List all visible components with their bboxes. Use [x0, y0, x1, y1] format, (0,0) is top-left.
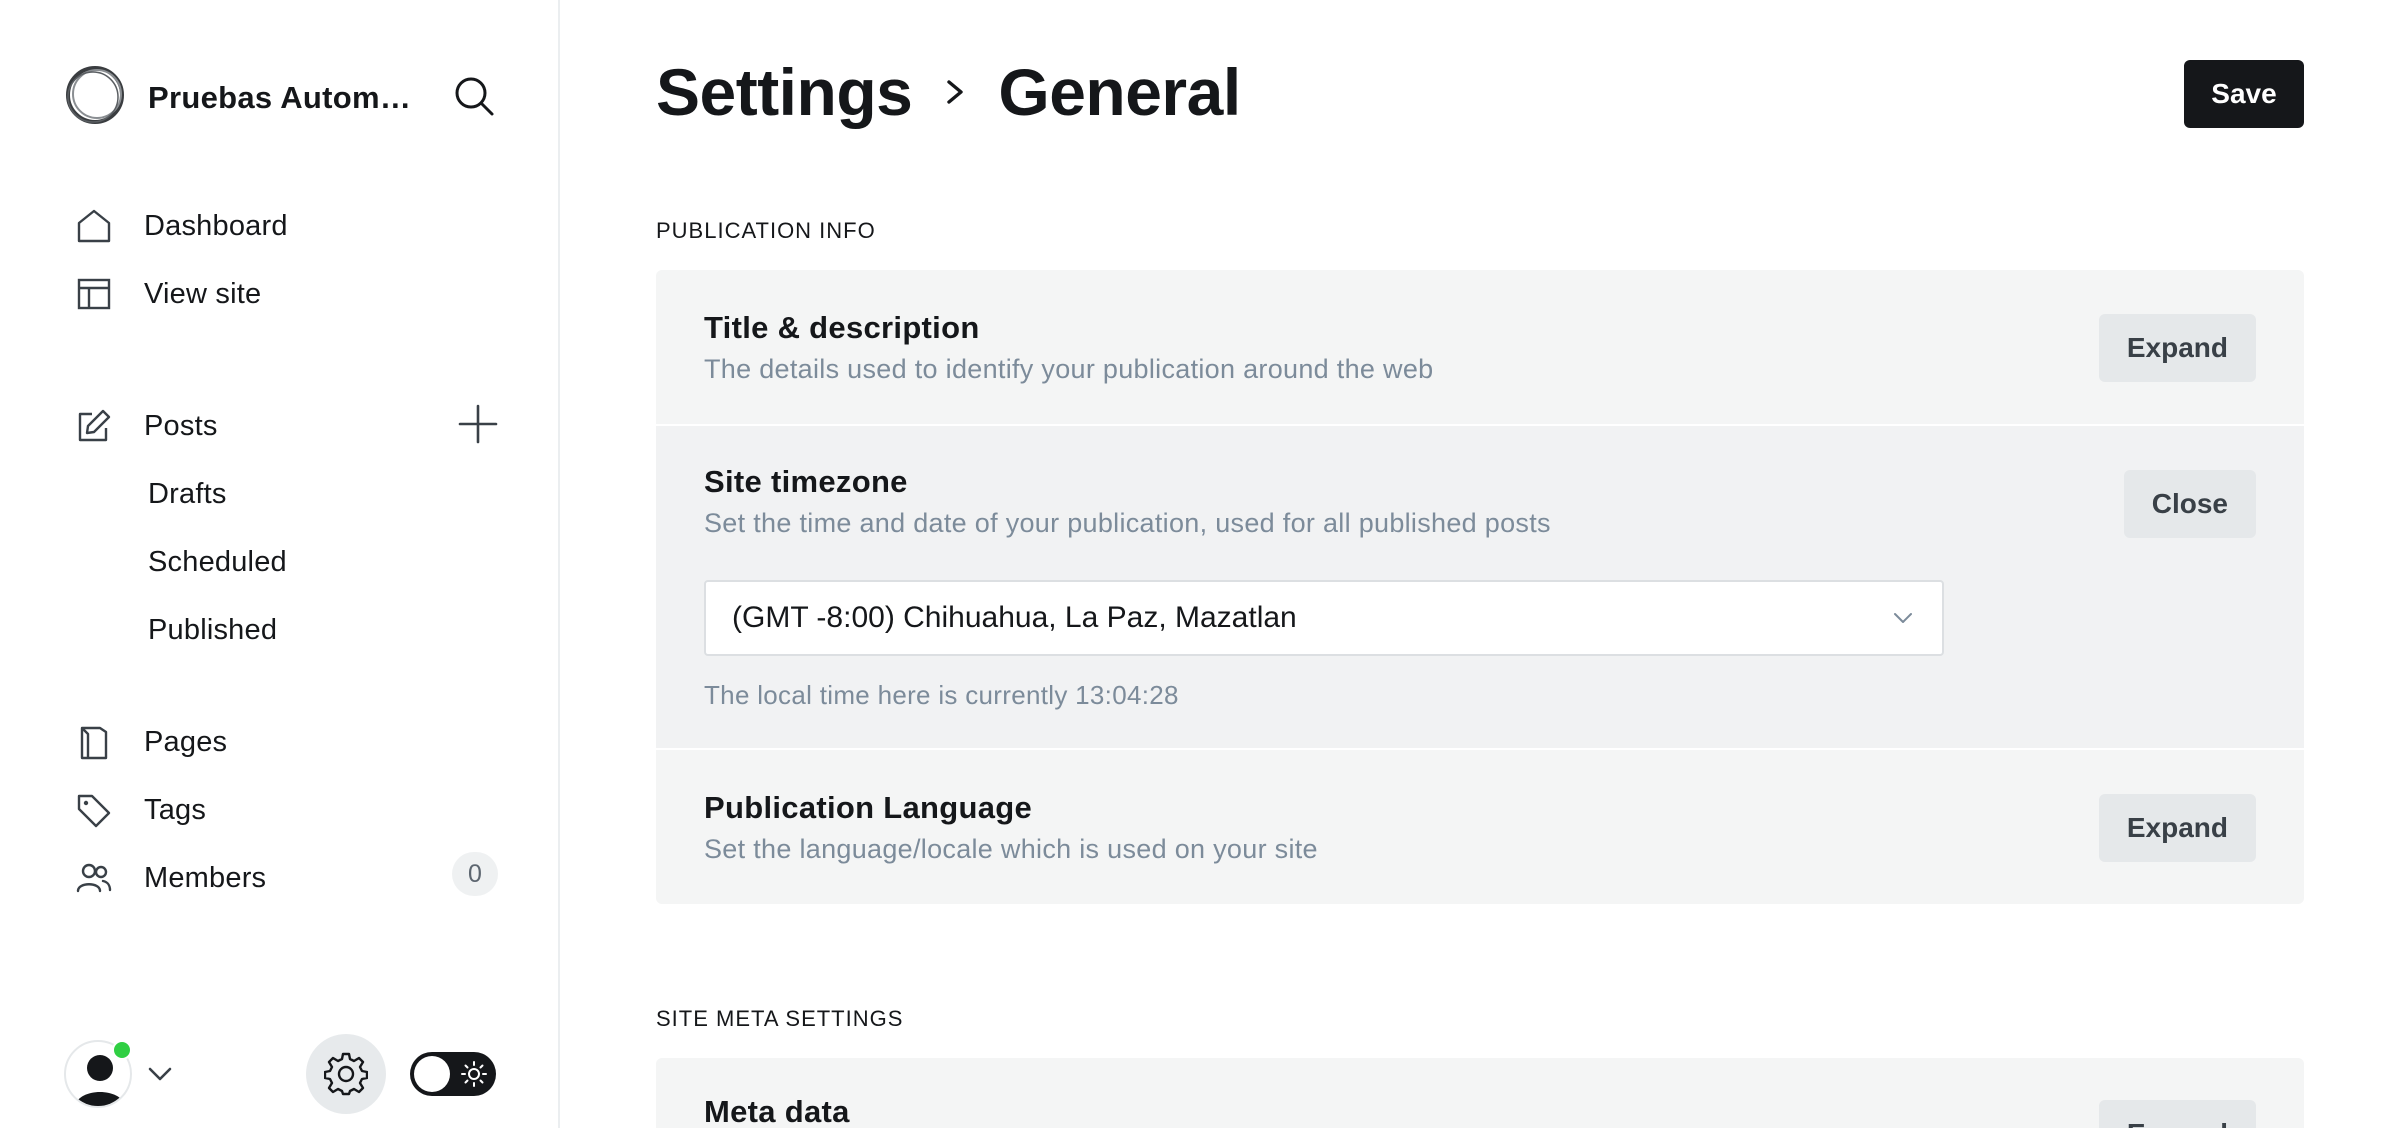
gear-icon — [324, 1052, 368, 1096]
setting-row-site-timezone: Site timezone Set the time and date of y… — [656, 426, 2304, 750]
members-count-badge: 0 — [452, 852, 498, 896]
layout-icon — [77, 278, 111, 310]
brand[interactable]: Pruebas Automa... — [64, 64, 420, 126]
sidebar-item-label: Pages — [144, 725, 228, 758]
row-description: Set the time and date of your publicatio… — [704, 508, 1551, 538]
setting-row-title-description: Title & description The details used to … — [656, 270, 2304, 426]
sidebar-item-label: Tags — [144, 793, 207, 826]
chevron-right-icon — [947, 80, 964, 104]
row-title: Site timezone — [704, 464, 908, 499]
main-content: Settings General Save PUBLICATION INFO T… — [562, 0, 2400, 1128]
chevron-down-icon — [1894, 613, 1912, 623]
site-meta-card: Meta data Expand — [656, 1058, 2304, 1128]
local-time-hint: The local time here is currently 13:04:2… — [704, 680, 1179, 710]
sidebar-item-tags[interactable]: Tags — [76, 786, 206, 834]
timezone-select[interactable]: (GMT -8:00) Chihuahua, La Paz, Mazatlan — [704, 580, 1944, 656]
site-logo-icon — [66, 66, 124, 124]
sidebar-subitem-published[interactable]: Published — [148, 614, 277, 647]
sidebar-item-label: Members — [144, 861, 267, 894]
setting-row-publication-language: Publication Language Set the language/lo… — [656, 750, 2304, 904]
breadcrumb-general: General — [998, 55, 1241, 129]
sidebar-item-label: View site — [144, 277, 262, 310]
timezone-selected-value: (GMT -8:00) Chihuahua, La Paz, Mazatlan — [732, 601, 1297, 634]
row-title: Publication Language — [704, 790, 1033, 825]
sidebar-item-dashboard[interactable]: Dashboard — [76, 202, 287, 250]
sidebar-subitem-scheduled[interactable]: Scheduled — [148, 546, 287, 579]
row-description: Set the language/locale which is used on… — [704, 834, 1318, 864]
close-button[interactable]: Close — [2123, 470, 2256, 538]
home-icon — [77, 209, 111, 243]
edit-icon — [78, 409, 111, 442]
search-icon[interactable] — [452, 74, 496, 118]
sidebar-item-view-site[interactable]: View site — [76, 270, 261, 318]
sidebar-item-posts[interactable]: Posts — [76, 402, 217, 450]
row-description: The details used to identify your public… — [704, 354, 1434, 384]
publication-info-card: Title & description The details used to … — [656, 270, 2304, 904]
members-icon — [76, 863, 112, 893]
section-heading-site-meta: SITE META SETTINGS — [656, 1006, 904, 1031]
new-post-plus-icon[interactable] — [458, 404, 498, 444]
sun-icon — [461, 1061, 487, 1087]
sidebar-subitem-drafts[interactable]: Drafts — [148, 478, 227, 511]
page-icon — [80, 726, 108, 760]
row-title: Meta data — [704, 1094, 850, 1128]
sidebar-item-members[interactable]: Members — [76, 854, 266, 902]
user-menu[interactable] — [64, 1040, 132, 1108]
chevron-down-icon[interactable] — [146, 1064, 174, 1084]
setting-row-meta-data: Meta data Expand — [656, 1058, 2304, 1128]
page-title: Settings General — [656, 54, 1241, 130]
site-name: Pruebas Automa... — [148, 80, 420, 115]
save-button[interactable]: Save — [2184, 60, 2304, 128]
settings-button[interactable] — [306, 1034, 386, 1114]
online-status-dot — [112, 1040, 132, 1060]
expand-button[interactable]: Expand — [2098, 794, 2256, 862]
breadcrumb-settings[interactable]: Settings — [656, 54, 913, 130]
tag-icon — [77, 794, 111, 828]
theme-toggle[interactable] — [410, 1052, 496, 1096]
sidebar-item-label: Posts — [144, 409, 218, 442]
sidebar-item-label: Dashboard — [144, 209, 288, 242]
sidebar-item-pages[interactable]: Pages — [76, 718, 227, 766]
expand-button[interactable]: Expand — [2098, 1100, 2256, 1128]
row-title: Title & description — [704, 310, 980, 345]
sidebar: Pruebas Automa... Dashboard View site Po… — [0, 0, 560, 1128]
toggle-knob — [414, 1056, 450, 1092]
expand-button[interactable]: Expand — [2098, 314, 2256, 382]
section-heading-publication-info: PUBLICATION INFO — [656, 218, 876, 243]
